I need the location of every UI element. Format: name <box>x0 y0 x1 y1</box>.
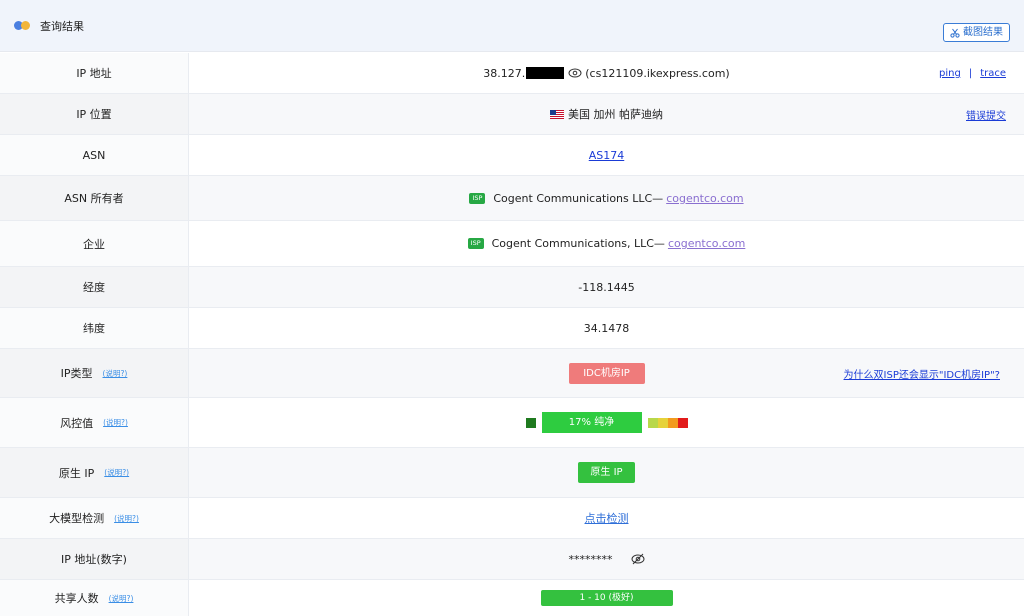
help-link[interactable]: (说明?) <box>103 417 128 428</box>
row-label: 原生 IP (说明?) <box>0 448 189 497</box>
screenshot-button[interactable]: 截图结果 <box>943 23 1010 42</box>
row-label-text: 大模型检测 <box>49 512 105 525</box>
row-latitude: 纬度 34.1478 <box>0 308 1024 349</box>
row-label: 经度 <box>0 267 189 307</box>
risk-scale <box>647 417 688 428</box>
help-link[interactable]: (说明?) <box>104 467 129 478</box>
ping-link[interactable]: ping <box>939 68 961 79</box>
row-ip-location: IP 位置 美国 加州 帕萨迪纳 错误提交 <box>0 94 1024 135</box>
row-label: 纬度 <box>0 308 189 348</box>
row-longitude: 经度 -118.1445 <box>0 267 1024 308</box>
panel-title: 查询结果 <box>40 19 84 33</box>
scissors-icon <box>950 28 960 38</box>
ip-type-badge: IDC机房IP <box>568 362 645 384</box>
row-value: ISP Cogent Communications LLC— cogentco.… <box>189 176 1024 220</box>
row-label: 风控值 (说明?) <box>0 398 189 447</box>
us-flag-icon <box>550 109 564 119</box>
help-link[interactable]: (说明?) <box>103 368 128 379</box>
row-asn-owner: ASN 所有者 ISP Cogent Communications LLC— c… <box>0 176 1024 221</box>
help-link[interactable]: (说明?) <box>109 593 134 604</box>
row-value: 34.1478 <box>583 321 630 335</box>
row-label: ASN <box>0 135 189 175</box>
row-value: IDC机房IP 为什么双ISP还会显示"IDC机房IP"? <box>189 349 1024 397</box>
company-domain-link[interactable]: cogentco.com <box>668 237 745 250</box>
isp-badge: ISP <box>469 192 486 204</box>
row-asn: ASN AS174 <box>0 135 1024 176</box>
row-value: -118.1445 <box>189 267 1024 307</box>
why-idc-link[interactable]: 为什么双ISP还会显示"IDC机房IP"? <box>844 366 1000 381</box>
risk-score-badge: 17% 纯净 <box>541 412 642 433</box>
trace-link[interactable]: trace <box>980 68 1006 79</box>
row-label: IP 位置 <box>0 94 189 134</box>
row-value: ******** <box>189 539 1024 579</box>
row-label-text: 原生 IP <box>58 466 95 480</box>
ip-mask <box>526 67 565 79</box>
row-label: 大模型检测 (说明?) <box>0 498 189 538</box>
ip-prefix: 38.127. <box>483 66 526 80</box>
row-value: 38.127. (cs121109.ikexpress.com) ping | tr… <box>189 53 1024 93</box>
row-label: IP 地址(数字) <box>0 539 189 579</box>
row-label: ASN 所有者 <box>0 176 189 220</box>
eye-icon[interactable] <box>568 68 582 78</box>
row-native-ip: 原生 IP (说明?) 原生 IP <box>0 448 1024 498</box>
row-label: IP 地址 <box>0 53 189 93</box>
row-label-text: 风控值 <box>60 416 94 430</box>
asn-link[interactable]: AS174 <box>589 149 625 162</box>
eye-off-icon[interactable] <box>631 553 645 565</box>
row-company: 企业 ISP Cogent Communications, LLC— cogen… <box>0 221 1024 267</box>
row-label-text: IP类型 <box>60 367 93 380</box>
row-value: 1 - 10 (极好) <box>189 580 1024 616</box>
row-value: AS174 <box>189 135 1024 175</box>
logo-icon <box>14 20 34 32</box>
link-separator: | <box>968 67 973 79</box>
screenshot-button-label: 截图结果 <box>963 27 1003 38</box>
row-value: 17% 纯净 <box>189 398 1024 447</box>
row-label: IP类型 (说明?) <box>0 349 189 397</box>
row-ip-number: IP 地址(数字) ******** <box>0 539 1024 580</box>
shared-users-badge: 1 - 10 (极好) <box>540 590 673 606</box>
row-value: 原生 IP <box>189 448 1024 497</box>
row-value: 美国 加州 帕萨迪纳 错误提交 <box>189 94 1024 134</box>
risk-level-marker <box>525 417 536 428</box>
native-ip-badge: 原生 IP <box>578 462 635 483</box>
ip-hostname: (cs121109.ikexpress.com) <box>585 66 730 80</box>
row-risk-score: 风控值 (说明?) 17% 纯净 <box>0 398 1024 448</box>
run-check-link[interactable]: 点击检测 <box>585 510 629 526</box>
isp-badge: ISP <box>467 238 484 249</box>
result-panel: 查询结果 截图结果 IP 地址 38.127. (cs121109.ikexpr… <box>0 0 1024 616</box>
company-name: Cogent Communications, LLC— <box>491 237 665 250</box>
asn-owner-name: Cogent Communications LLC— <box>493 191 664 205</box>
risk-meter: 17% 纯净 <box>525 412 688 433</box>
row-ip-type: IP类型 (说明?) IDC机房IP 为什么双ISP还会显示"IDC机房IP"? <box>0 349 1024 398</box>
help-link[interactable]: (说明?) <box>114 513 139 524</box>
report-error-link[interactable]: 错误提交 <box>966 107 1006 122</box>
row-value: 点击检测 <box>189 498 1024 538</box>
row-llm-check: 大模型检测 (说明?) 点击检测 <box>0 498 1024 539</box>
row-ip-address: IP 地址 38.127. (cs121109.ikexpress.com) p… <box>0 53 1024 94</box>
asn-owner-domain-link[interactable]: cogentco.com <box>666 192 743 205</box>
location-value: 美国 加州 帕萨迪纳 <box>568 108 663 121</box>
row-shared-users: 共享人数 (说明?) 1 - 10 (极好) <box>0 580 1024 616</box>
row-label: 企业 <box>0 221 189 266</box>
panel-header: 查询结果 截图结果 <box>0 0 1024 52</box>
row-label: 共享人数 (说明?) <box>0 580 189 616</box>
row-value: ISP Cogent Communications, LLC— cogentco… <box>189 221 1024 266</box>
row-label-text: 共享人数 <box>54 592 99 605</box>
ip-number-masked: ******** <box>568 552 613 566</box>
